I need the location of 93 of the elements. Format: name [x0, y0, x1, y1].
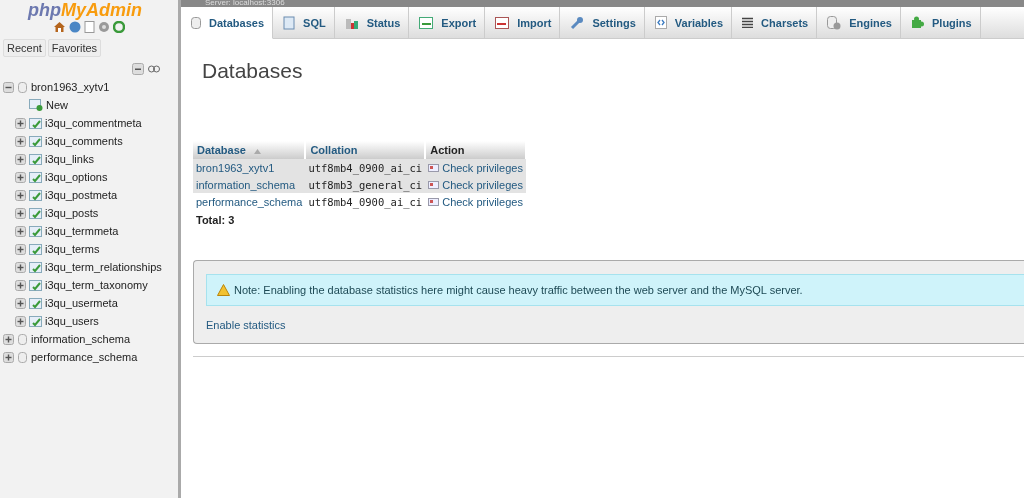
- column-header[interactable]: Collation: [305, 141, 426, 159]
- table-structure-icon[interactable]: [29, 207, 42, 219]
- column-header: Action: [425, 141, 526, 159]
- table-cell: utf8mb3_general_ci: [308, 178, 423, 191]
- privileges-icon: [428, 197, 440, 206]
- privileges-icon: [428, 163, 440, 172]
- expand-icon[interactable]: [15, 279, 26, 291]
- warning-icon: [217, 284, 230, 296]
- database-icon: [18, 81, 27, 93]
- expand-icon[interactable]: [15, 225, 26, 237]
- puzzle-icon: [911, 16, 924, 29]
- nav-tab[interactable]: Recent: [3, 39, 46, 57]
- expand-toggle[interactable]: [3, 333, 14, 345]
- tab[interactable]: Variables: [644, 7, 733, 38]
- table-name[interactable]: i3qu_term_relationships: [45, 261, 162, 273]
- table-structure-icon[interactable]: [29, 135, 42, 147]
- table-structure-icon[interactable]: [29, 297, 42, 309]
- total-count: Total: 3: [196, 214, 236, 226]
- table-structure-icon[interactable]: [29, 279, 42, 291]
- table-name[interactable]: New: [46, 99, 68, 111]
- logo[interactable]: phpMyAdmin: [0, 0, 178, 20]
- expand-icon[interactable]: [15, 207, 26, 219]
- sort-icon: [253, 149, 261, 154]
- nav-tab[interactable]: Favorites: [47, 39, 102, 57]
- import-icon: [495, 16, 510, 29]
- database-icon: [191, 16, 201, 29]
- code-icon: [654, 16, 667, 29]
- database-icon: [18, 351, 27, 363]
- settings-icon[interactable]: [98, 21, 110, 33]
- tab[interactable]: Databases: [181, 7, 274, 39]
- expand-icon[interactable]: [15, 243, 26, 255]
- table-name[interactable]: i3qu_posts: [45, 207, 99, 219]
- database-name[interactable]: bron1963_xytv1: [31, 81, 110, 93]
- expand-icon[interactable]: [15, 297, 26, 309]
- table-row[interactable]: performance_schema utf8mb4_0900_ai_ci Check privileges: [193, 193, 526, 210]
- collapse-icon[interactable]: [132, 63, 144, 75]
- expand-toggle[interactable]: [3, 351, 14, 363]
- enable-statistics-link[interactable]: Enable statistics: [206, 319, 286, 331]
- database-link[interactable]: performance_schema: [196, 195, 303, 208]
- export-icon: [419, 16, 434, 29]
- table-name[interactable]: i3qu_termmeta: [45, 225, 119, 237]
- table-structure-icon[interactable]: [29, 189, 42, 201]
- table-name[interactable]: i3qu_users: [45, 315, 99, 327]
- table-structure-icon[interactable]: [29, 243, 42, 255]
- tab[interactable]: Settings: [560, 7, 645, 38]
- tab[interactable]: Plugins: [901, 7, 981, 38]
- table-structure-icon[interactable]: [29, 171, 42, 183]
- tab[interactable]: Import: [485, 7, 561, 38]
- wrench-icon: [570, 15, 585, 30]
- table-name[interactable]: i3qu_usermeta: [45, 297, 118, 309]
- table-structure-icon[interactable]: [29, 153, 42, 165]
- expand-icon[interactable]: [15, 315, 26, 327]
- expand-icon[interactable]: [15, 171, 26, 183]
- expand-icon[interactable]: [15, 153, 26, 165]
- table-structure-icon[interactable]: [29, 225, 42, 237]
- table-cell: utf8mb4_0900_ai_ci: [308, 161, 423, 174]
- expand-icon[interactable]: [15, 261, 26, 273]
- database-name[interactable]: performance_schema: [31, 351, 138, 363]
- link-icon[interactable]: [148, 65, 160, 73]
- database-icon: [18, 333, 27, 345]
- database-name[interactable]: information_schema: [31, 333, 131, 345]
- tab[interactable]: Engines: [817, 7, 901, 38]
- expand-icon[interactable]: [15, 135, 26, 147]
- table-row[interactable]: bron1963_xytv1 utf8mb4_0900_ai_ci Check privileges: [193, 159, 526, 176]
- tab[interactable]: Status: [334, 7, 410, 38]
- page-heading: Databases: [202, 59, 304, 83]
- table-structure-icon[interactable]: [29, 117, 42, 129]
- list-icon: [742, 17, 754, 28]
- document-icon[interactable]: [84, 21, 95, 33]
- table-name[interactable]: i3qu_term_taxonomy: [45, 279, 148, 291]
- table-name[interactable]: i3qu_links: [45, 153, 94, 165]
- home-icon[interactable]: [53, 21, 66, 33]
- expand-toggle[interactable]: [3, 81, 14, 93]
- notice-text: Note: Enabling the database statistics here might cause heavy traffic between the web server and the MySQL server.: [234, 284, 803, 296]
- tab[interactable]: SQL: [273, 7, 335, 38]
- tab[interactable]: Export: [409, 7, 486, 38]
- table-row[interactable]: information_schema utf8mb3_general_ci Check privileges: [193, 176, 526, 193]
- table-cell: utf8mb4_0900_ai_ci: [308, 195, 423, 208]
- table-name[interactable]: i3qu_terms: [45, 243, 100, 255]
- table-name[interactable]: i3qu_commentmeta: [45, 117, 142, 129]
- table-name[interactable]: i3qu_options: [45, 171, 108, 183]
- tab[interactable]: Charsets: [732, 7, 818, 38]
- expand-icon[interactable]: [15, 189, 26, 201]
- new-table-icon[interactable]: [29, 99, 43, 111]
- expand-icon[interactable]: [15, 117, 26, 129]
- table-name[interactable]: i3qu_comments: [45, 135, 123, 147]
- table-structure-icon[interactable]: [29, 315, 42, 327]
- table-structure-icon[interactable]: [29, 261, 42, 273]
- help-icon[interactable]: [69, 21, 81, 33]
- privileges-icon: [428, 180, 440, 189]
- table-name[interactable]: i3qu_postmeta: [45, 189, 118, 201]
- column-header[interactable]: Database: [193, 141, 306, 159]
- check-privileges-link[interactable]: Check privileges: [428, 195, 523, 208]
